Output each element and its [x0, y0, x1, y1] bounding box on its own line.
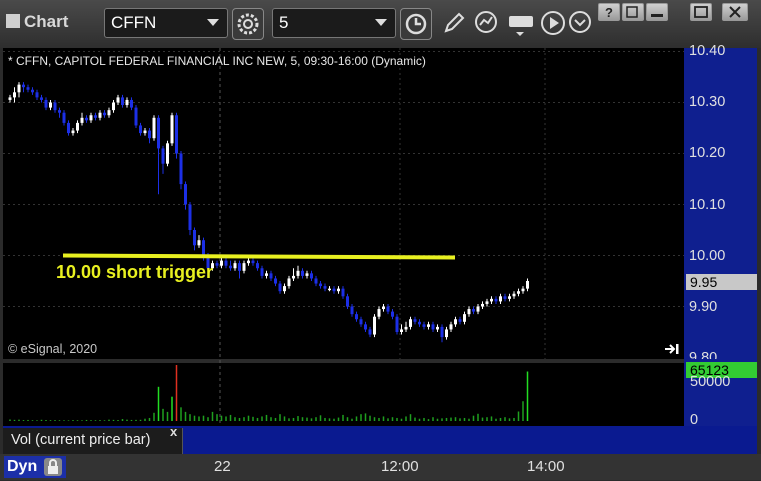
symbol-value: CFFN	[111, 13, 157, 32]
price-tick: 10.20	[689, 145, 726, 161]
volume-panel[interactable]	[3, 363, 684, 426]
trigger-annotation-label: 10.00 short trigger	[56, 262, 214, 282]
interval-value: 5	[279, 13, 289, 32]
settings-gear-icon[interactable]	[232, 8, 264, 40]
time-tick: 14:00	[527, 458, 565, 475]
last-price-badge: 9.95	[686, 274, 757, 290]
pencil-draw-icon[interactable]	[438, 8, 468, 38]
price-panel[interactable]	[3, 48, 684, 359]
app-title-label: Chart	[24, 12, 69, 31]
price-tick: 10.10	[689, 197, 726, 213]
price-tick: 10.00	[689, 248, 726, 264]
maximize-button[interactable]	[690, 3, 712, 21]
menu-circle-icon[interactable]	[566, 8, 596, 38]
minimize-button[interactable]	[646, 3, 668, 21]
price-tick: 10.30	[689, 94, 726, 110]
price-tick: 10.40	[689, 43, 726, 59]
help-button[interactable]: ?	[598, 3, 620, 21]
close-panel-button[interactable]: x	[170, 424, 177, 439]
interval-select[interactable]: 5	[272, 8, 396, 38]
study-chart-icon[interactable]	[472, 8, 502, 38]
time-tick: 22	[214, 458, 231, 475]
volume-tick: 50000	[690, 374, 731, 390]
app-title: Chart	[6, 12, 68, 32]
play-icon[interactable]	[538, 8, 568, 38]
chevron-down-icon	[207, 19, 219, 26]
volume-panel-tab[interactable]: Vol (current price bar)	[3, 428, 183, 454]
get-data-icon[interactable]	[506, 8, 536, 38]
time-tick: 12:00	[381, 458, 419, 475]
copyright-text: © eSignal, 2020	[8, 342, 98, 356]
jump-to-end-icon[interactable]	[664, 342, 680, 356]
lock-icon[interactable]	[44, 458, 62, 476]
chart-app-icon	[6, 14, 20, 28]
symbol-select[interactable]: CFFN	[104, 8, 228, 38]
price-tick: 9.90	[689, 299, 718, 315]
restore-button[interactable]	[622, 3, 644, 21]
clock-icon[interactable]	[400, 8, 432, 40]
chevron-down-icon	[375, 19, 387, 26]
close-button[interactable]	[722, 3, 748, 21]
chart-caption: * CFFN, CAPITOL FEDERAL FINANCIAL INC NE…	[8, 54, 426, 68]
price-tick: 9.80	[689, 350, 718, 359]
svg-text:?: ?	[605, 5, 613, 20]
